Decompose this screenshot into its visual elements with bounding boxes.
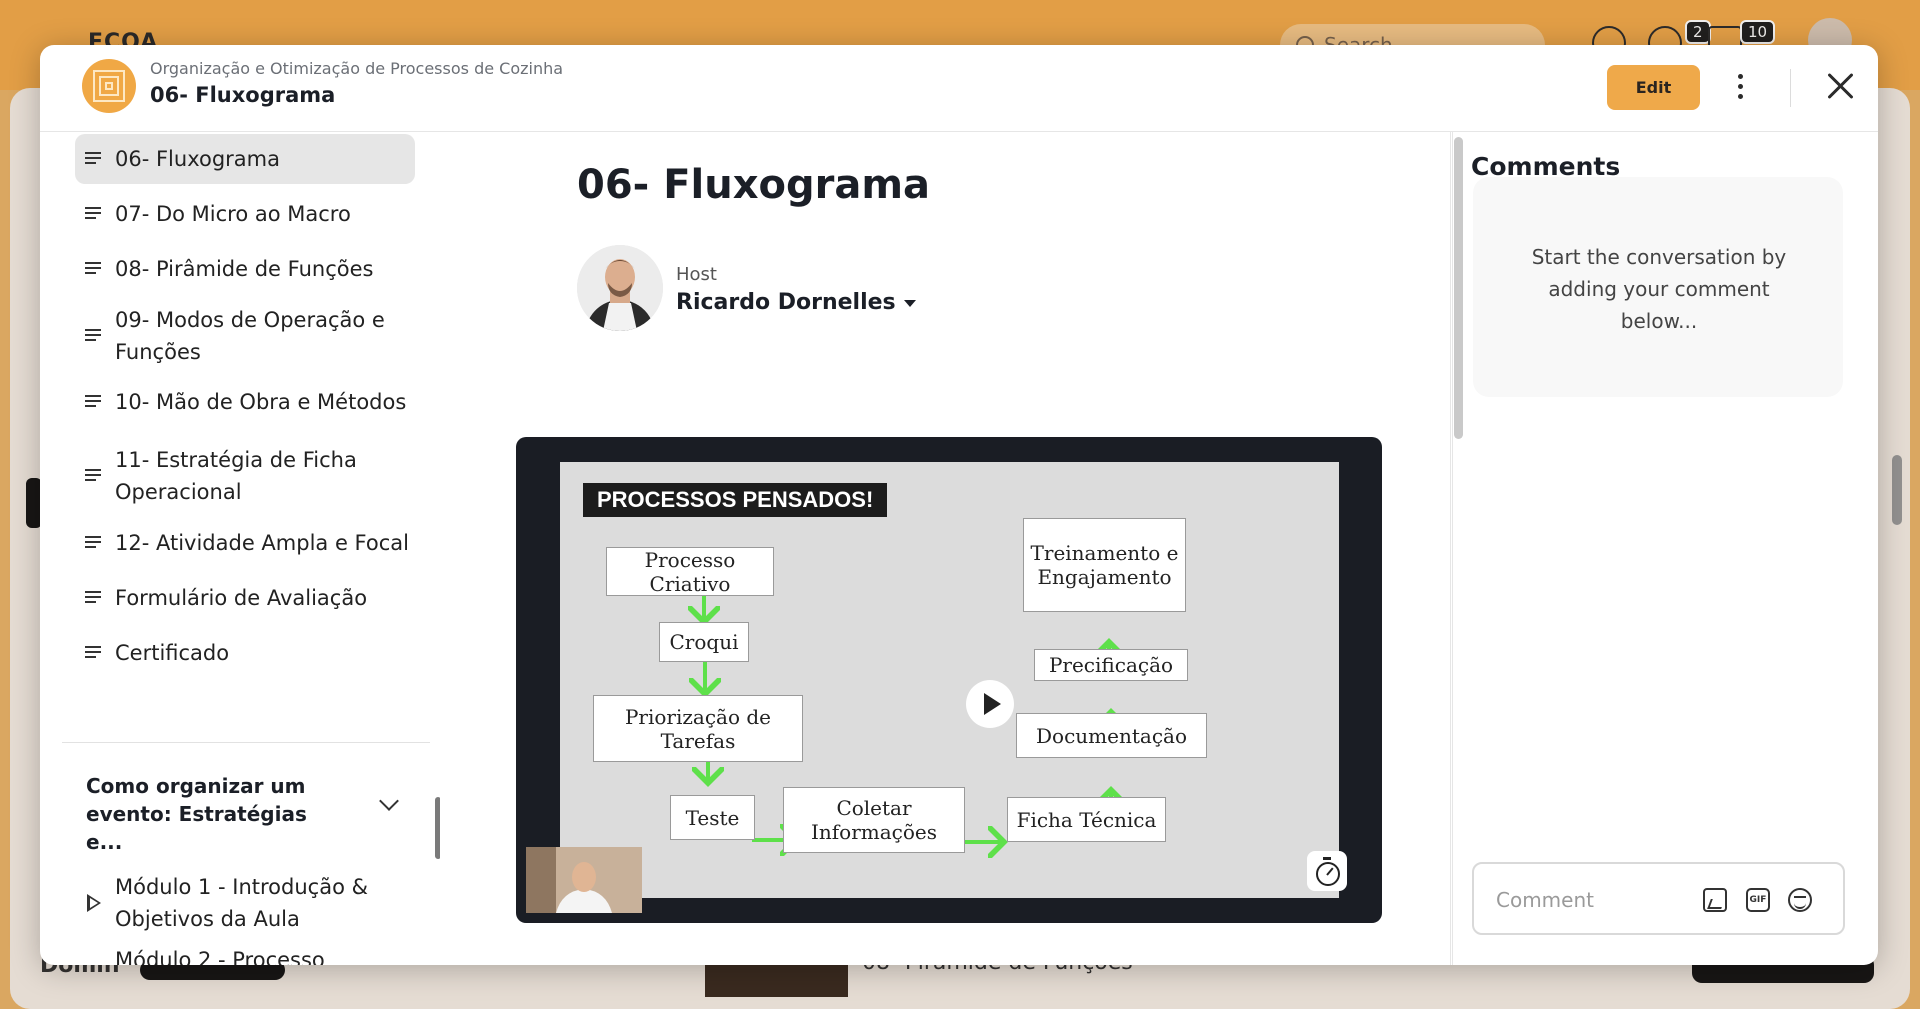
flow-box-processo-criativo: Processo Criativo <box>606 547 774 596</box>
video-player[interactable]: PROCESSOS PENSADOS! Processo Criativo Cr… <box>516 437 1382 923</box>
lesson-label: 07- Do Micro ao Macro <box>115 202 351 226</box>
flow-box-precificacao: Precificação <box>1034 649 1188 681</box>
lesson-sidebar: 06- Fluxograma 07- Do Micro ao Macro 08-… <box>40 132 440 965</box>
text-lesson-icon <box>85 395 101 408</box>
chevron-down-icon[interactable] <box>379 791 399 811</box>
course-breadcrumb[interactable]: Organização e Otimização de Processos de… <box>150 59 563 78</box>
header-lesson-title: 06- Fluxograma <box>150 83 336 107</box>
course-icon <box>82 59 136 113</box>
flow-box-priorizacao: Priorização de Tarefas <box>593 695 803 762</box>
text-lesson-icon <box>85 262 101 275</box>
lesson-label: 06- Fluxograma <box>115 147 280 171</box>
flow-box-documentacao: Documentação <box>1016 713 1207 758</box>
lesson-label: 11- Estratégia de Ficha Operacional <box>115 448 357 504</box>
sidebar-module-1[interactable]: Módulo 1 - Introdução & Objetivos da Aul… <box>75 867 415 939</box>
text-lesson-icon <box>85 536 101 549</box>
section-title[interactable]: Como organizar um evento: Estratégias e.… <box>86 772 346 856</box>
sidebar-lesson-07[interactable]: 07- Do Micro ao Macro <box>75 189 415 239</box>
video-frame: PROCESSOS PENSADOS! Processo Criativo Cr… <box>560 462 1339 898</box>
host-avatar <box>577 245 663 331</box>
gif-icon[interactable]: GIF <box>1746 888 1770 912</box>
lesson-label: 09- Modos de Operação e Funções <box>115 308 385 364</box>
sidebar-lesson-08[interactable]: 08- Pirâmide de Funções <box>75 244 415 294</box>
text-lesson-icon <box>85 207 101 220</box>
close-icon[interactable] <box>1826 71 1856 101</box>
comments-panel: Comments Start the conversation by addin… <box>1452 132 1878 965</box>
flow-box-treinamento: Treinamento e Engajamento <box>1023 518 1186 612</box>
sidebar-evaluation-form[interactable]: Formulário de Avaliação <box>75 573 415 623</box>
timer-icon[interactable] <box>1307 851 1347 891</box>
lesson-label: Formulário de Avaliação <box>115 586 368 610</box>
comment-box[interactable]: GIF <box>1472 862 1845 935</box>
lesson-label: 10- Mão de Obra e Métodos <box>115 390 407 414</box>
flow-box-ficha-tecnica: Ficha Técnica <box>1007 797 1166 842</box>
host-name-dropdown[interactable]: Ricardo Dornelles <box>676 290 916 315</box>
lesson-label: 12- Atividade Ampla e Focal <box>115 531 409 555</box>
module-label: Módulo 2 - Processo Operacional Padrão <box>115 948 325 965</box>
module-label: Módulo 1 - Introdução & Objetivos da Aul… <box>115 875 368 931</box>
lesson-content: 06- Fluxograma Host Ricardo Dornelles PR… <box>440 132 1463 965</box>
edit-button[interactable]: Edit <box>1607 65 1700 110</box>
sidebar-lesson-11[interactable]: 11- Estratégia de Ficha Operacional <box>75 440 415 512</box>
sidebar-lesson-10[interactable]: 10- Mão de Obra e Métodos <box>75 377 415 427</box>
sidebar-lesson-12[interactable]: 12- Atividade Ampla e Focal <box>75 518 415 568</box>
lesson-label: Certificado <box>115 641 230 665</box>
comment-input[interactable] <box>1494 884 1678 916</box>
lesson-modal: Organização e Otimização de Processos de… <box>40 45 1878 965</box>
host-label: Host <box>676 264 717 285</box>
flow-box-croqui: Croqui <box>659 622 749 662</box>
slide-tag: PROCESSOS PENSADOS! <box>583 483 888 517</box>
header-divider <box>1790 69 1791 107</box>
flow-box-coletar: Coletar Informações <box>783 787 965 853</box>
modal-header: Organização e Otimização de Processos de… <box>40 45 1878 132</box>
sidebar-module-2[interactable]: Módulo 2 - Processo Operacional Padrão <box>75 940 415 965</box>
play-icon[interactable] <box>966 680 1014 728</box>
text-lesson-icon <box>85 591 101 604</box>
text-lesson-icon <box>85 152 101 165</box>
flow-box-teste: Teste <box>670 795 755 840</box>
caret-down-icon <box>903 299 916 307</box>
sidebar-lesson-06[interactable]: 06- Fluxograma <box>75 134 415 184</box>
text-lesson-icon <box>85 469 101 482</box>
sidebar-certificate[interactable]: Certificado <box>75 628 415 678</box>
sidebar-divider <box>62 742 430 743</box>
content-divider <box>1450 132 1451 965</box>
text-lesson-icon <box>85 646 101 659</box>
comments-empty-text: Start the conversation by adding your co… <box>1531 245 1787 333</box>
presenter-camera <box>526 847 642 913</box>
sidebar-lesson-09[interactable]: 09- Modos de Operação e Funções <box>75 300 415 372</box>
image-upload-icon[interactable] <box>1703 888 1727 912</box>
more-options-icon[interactable] <box>1728 71 1752 103</box>
page-title: 06- Fluxograma <box>577 162 931 208</box>
comments-empty-state: Start the conversation by adding your co… <box>1473 177 1843 397</box>
emoji-icon[interactable] <box>1788 888 1812 912</box>
text-lesson-icon <box>85 329 101 342</box>
lesson-label: 08- Pirâmide de Funções <box>115 257 374 281</box>
